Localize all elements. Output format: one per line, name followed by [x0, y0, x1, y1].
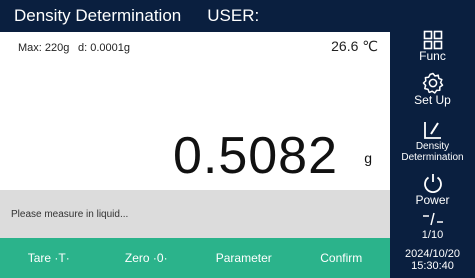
temperature-readout: 26.6 ℃	[331, 38, 378, 54]
grid-icon	[423, 30, 443, 50]
gear-icon	[422, 72, 444, 94]
message-bar: Please measure in liquid...	[0, 190, 390, 238]
setup-label: Set Up	[414, 93, 451, 107]
weight-readout: 0.5082	[172, 127, 338, 185]
density-determination-button[interactable]: Density Determination	[390, 119, 475, 163]
tare-button[interactable]: Tare ·T·	[0, 238, 98, 278]
title-bar: Density Determination USER:	[0, 0, 390, 32]
readability: d: 0.0001g	[78, 42, 130, 54]
parameter-button[interactable]: Parameter	[195, 238, 293, 278]
user-label: USER:	[207, 6, 260, 25]
time-readout: 15:30:40	[411, 260, 454, 272]
power-label: Power	[415, 193, 450, 207]
page-title: Density Determination	[14, 6, 182, 25]
sidebar: Func Set Up Density Determination Power …	[390, 0, 475, 278]
func-label: Func	[419, 49, 446, 63]
func-button[interactable]: Func	[390, 30, 475, 63]
page-indicator: 1/10	[421, 229, 444, 241]
softkey-bar: Tare ·T· Zero ·0· Parameter Confirm	[0, 238, 390, 278]
density-label-line1: Density	[415, 141, 450, 152]
datetime: 2024/10/20 15:30:40	[390, 248, 475, 272]
zero-button[interactable]: Zero ·0·	[98, 238, 196, 278]
max-capacity: Max: 220g	[18, 42, 70, 54]
density-label-line2: Determination	[401, 152, 464, 163]
power-button[interactable]: Power	[390, 172, 475, 207]
setup-button[interactable]: Set Up	[390, 72, 475, 107]
weight-unit: g	[364, 150, 372, 166]
weighing-panel: Max: 220g d: 0.0001g 26.6 ℃ 0.5082 g	[0, 32, 390, 190]
confirm-button[interactable]: Confirm	[293, 238, 391, 278]
instruction-message: Please measure in liquid...	[11, 208, 129, 220]
edit-icon	[422, 119, 444, 141]
date-readout: 2024/10/20	[404, 248, 461, 260]
power-icon	[422, 172, 444, 194]
